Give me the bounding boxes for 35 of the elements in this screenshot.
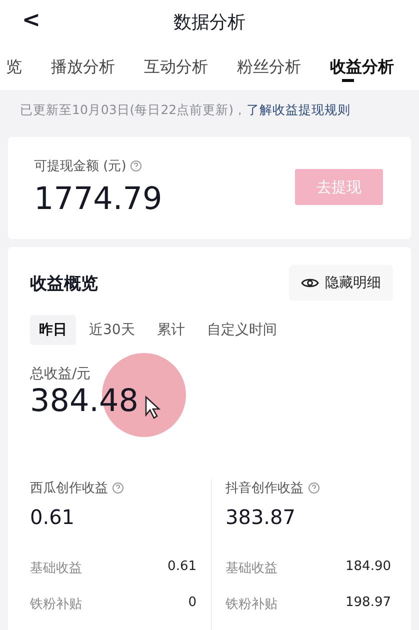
withdraw-label: 可提现金额 (元): [34, 158, 126, 175]
eye-icon: [301, 277, 319, 289]
source-amount: 383.87: [226, 505, 296, 529]
section-title: 收益概览: [30, 272, 98, 294]
tab[interactable]: 粉丝分析: [221, 44, 314, 90]
row-label: 铁粉补贴: [226, 596, 278, 613]
row-value: 184.90: [346, 559, 391, 576]
withdraw-amount: 1774.79: [34, 181, 162, 217]
row-label: 基础收益: [30, 560, 82, 577]
source-label: 西瓜创作收益: [30, 480, 108, 497]
tab[interactable]: 收益分析: [314, 44, 398, 90]
period-tab[interactable]: 累计: [148, 315, 194, 345]
notice-text: 已更新至10月03日(每日22点前更新)，: [20, 102, 246, 117]
tab[interactable]: 览: [0, 44, 35, 90]
period-tab[interactable]: 昨日: [30, 315, 76, 345]
row-label: 铁粉补贴: [30, 596, 82, 613]
row-value: 0.61: [168, 559, 196, 576]
total-label: 总收益/元: [30, 365, 92, 383]
row-label: 基础收益: [226, 560, 278, 577]
period-tab[interactable]: 自定义时间: [198, 315, 286, 345]
page-title: 数据分析: [174, 11, 246, 34]
row-value: 0: [188, 595, 196, 612]
source-label: 抖音创作收益: [226, 480, 304, 497]
tab[interactable]: 互动分析: [128, 44, 221, 90]
hide-details-button[interactable]: 隐藏明细: [289, 265, 393, 301]
back-button[interactable]: <: [22, 8, 40, 33]
total-amount: 384.48: [30, 383, 138, 419]
tab[interactable]: 播放分析: [35, 44, 128, 90]
rules-link[interactable]: 了解收益提现规则: [246, 102, 350, 117]
source-amount: 0.61: [30, 505, 76, 529]
help-icon[interactable]: [130, 160, 142, 172]
help-icon[interactable]: [308, 482, 320, 494]
help-icon[interactable]: [112, 482, 124, 494]
row-value: 198.97: [346, 595, 391, 612]
period-tab[interactable]: 近30天: [80, 315, 144, 345]
